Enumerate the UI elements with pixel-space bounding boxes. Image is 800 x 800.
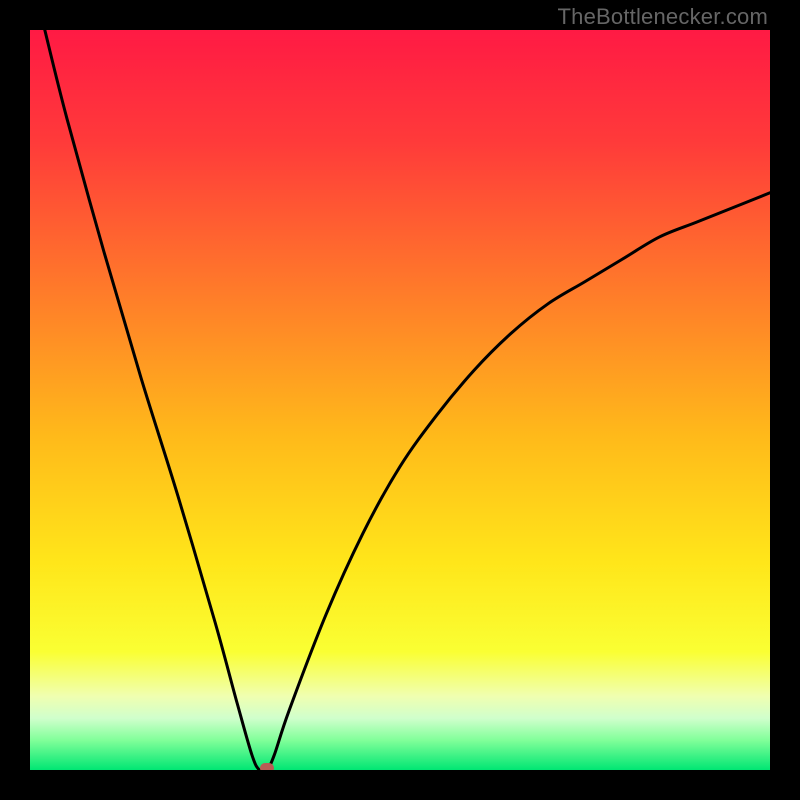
watermark-text: TheBottlenecker.com [558, 4, 768, 30]
plot-area [30, 30, 770, 770]
optimal-point-marker [260, 763, 274, 770]
chart-frame: TheBottlenecker.com [0, 0, 800, 800]
bottleneck-curve [30, 30, 770, 770]
